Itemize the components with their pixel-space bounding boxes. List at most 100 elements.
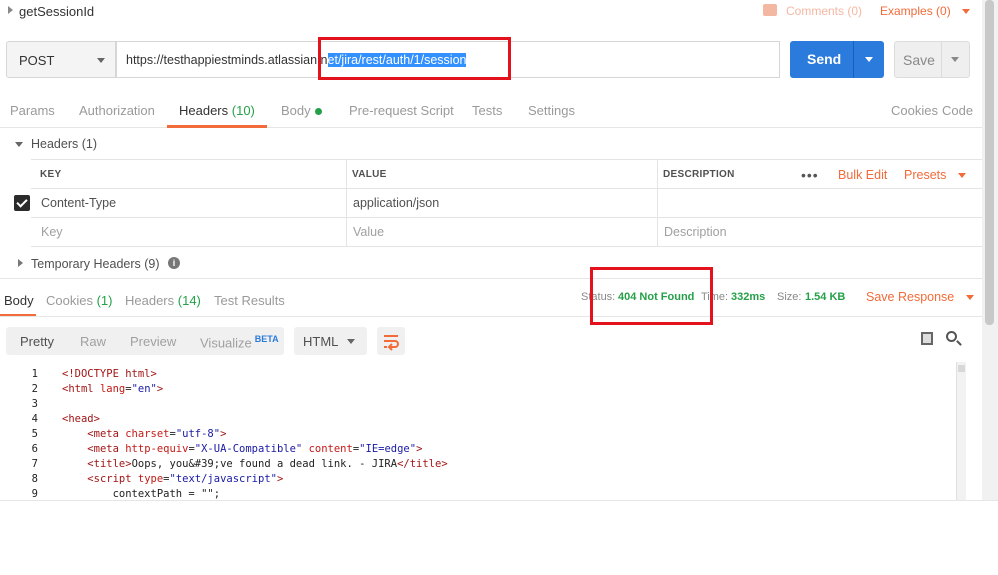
view-visualize[interactable]: Visualize BETA: [200, 334, 279, 350]
examples-label: Examples (0): [880, 4, 951, 18]
highlight-box-url: [318, 37, 511, 80]
save-label: Save: [903, 52, 935, 68]
size-label: Size:: [777, 291, 802, 303]
code-line: <meta charset="utf-8">: [87, 428, 227, 440]
response-tab-body[interactable]: Body: [4, 293, 34, 308]
chevron-down-icon: [347, 339, 355, 344]
description-placeholder[interactable]: Description: [664, 225, 727, 239]
view-raw[interactable]: Raw: [80, 334, 106, 349]
chevron-down-icon[interactable]: [865, 57, 873, 62]
view-pretty[interactable]: Pretty: [20, 334, 54, 349]
tab-pre-request-script[interactable]: Pre-request Script: [349, 103, 454, 118]
line-number: 3: [31, 398, 38, 410]
save-response-label: Save Response: [866, 290, 955, 304]
info-icon[interactable]: i: [168, 257, 180, 269]
body-indicator-dot: [314, 108, 322, 116]
code-line: <meta http-equiv="X-UA-Compatible" conte…: [87, 443, 423, 455]
format-select[interactable]: HTML: [294, 327, 367, 355]
url-plain: https://testhappiestminds.atlassian.n: [126, 53, 328, 67]
copy-icon[interactable]: [921, 332, 933, 345]
cookies-link[interactable]: Cookies: [891, 103, 938, 118]
size-value: 1.54 KB: [805, 291, 846, 303]
line-number: 7: [31, 458, 38, 470]
key-placeholder[interactable]: Key: [41, 225, 63, 239]
request-name[interactable]: getSessionId: [19, 4, 94, 19]
divider: [0, 316, 982, 317]
header-key-cell[interactable]: Content-Type: [41, 196, 116, 210]
column-header-key: KEY: [40, 169, 62, 180]
chevron-down-icon[interactable]: [15, 142, 23, 147]
chevron-down-icon[interactable]: [951, 57, 959, 62]
editor-scrollbar[interactable]: [956, 362, 966, 500]
comment-icon: [763, 4, 777, 16]
examples-dropdown[interactable]: Examples (0): [880, 4, 971, 18]
send-divider: [853, 41, 854, 78]
beta-badge: BETA: [254, 334, 279, 344]
save-button[interactable]: Save: [894, 41, 970, 78]
divider: [0, 500, 998, 501]
tab-tests[interactable]: Tests: [472, 103, 502, 118]
response-tab-headers[interactable]: Headers (14): [125, 293, 201, 308]
view-mode-toolbar: Pretty Raw Preview Visualize BETA: [6, 327, 284, 355]
code-line: <html lang="en">: [62, 383, 164, 395]
code-line: contextPath = "";: [62, 488, 221, 500]
divider: [31, 246, 982, 247]
method-select[interactable]: POST: [6, 41, 116, 78]
code-link[interactable]: Code: [942, 103, 973, 118]
value-placeholder[interactable]: Value: [353, 225, 384, 239]
line-number: 6: [31, 443, 38, 455]
presets-label: Presets: [904, 168, 947, 182]
column-header-description: DESCRIPTION: [663, 169, 735, 180]
highlight-box-status: [590, 267, 713, 325]
save-divider: [941, 42, 942, 77]
response-body-editor[interactable]: 1 <!DOCTYPE html> 2 <html lang="en"> 3 4 <head…: [0, 365, 956, 500]
line-number: 5: [31, 428, 38, 440]
code-line: <!DOCTYPE html>: [62, 368, 157, 380]
send-button[interactable]: Send: [790, 41, 884, 78]
search-icon[interactable]: [946, 331, 957, 342]
chevron-down-icon: [962, 9, 971, 15]
divider: [657, 159, 658, 247]
wrap-lines-button[interactable]: [377, 327, 405, 355]
method-label: POST: [19, 53, 55, 68]
header-value-cell[interactable]: application/json: [353, 196, 439, 210]
comments-link[interactable]: Comments (0): [786, 4, 862, 18]
header-enabled-checkbox[interactable]: [14, 195, 30, 211]
time-value: 332ms: [731, 291, 766, 303]
presets-dropdown[interactable]: Presets: [904, 168, 966, 182]
page-scrollbar-thumb[interactable]: [985, 0, 994, 325]
tab-settings[interactable]: Settings: [528, 103, 575, 118]
column-header-value: VALUE: [352, 169, 387, 180]
tab-authorization[interactable]: Authorization: [79, 103, 155, 118]
bulk-edit-link[interactable]: Bulk Edit: [838, 168, 887, 182]
line-number: 4: [31, 413, 38, 425]
request-tabs: Params Authorization Headers (10) Body P…: [0, 96, 982, 128]
response-tab-cookies[interactable]: Cookies (1): [46, 293, 112, 308]
tab-params[interactable]: Params: [10, 103, 55, 118]
line-number: 8: [31, 473, 38, 485]
collapse-caret-icon[interactable]: [8, 6, 13, 14]
view-preview[interactable]: Preview: [130, 334, 176, 349]
response-tab-test-results[interactable]: Test Results: [214, 293, 285, 308]
wrap-lines-icon: [384, 335, 399, 351]
tab-body[interactable]: Body: [281, 103, 322, 118]
active-tab-indicator: [167, 125, 267, 128]
divider: [31, 159, 982, 160]
line-number: 1: [31, 368, 38, 380]
tab-headers-count: (10): [231, 103, 255, 118]
line-number: 2: [31, 383, 38, 395]
format-label: HTML: [303, 334, 339, 349]
more-options-icon[interactable]: •••: [801, 167, 819, 183]
line-number: 9: [31, 488, 38, 500]
save-response-dropdown[interactable]: Save Response: [866, 290, 974, 304]
code-line: <head>: [62, 413, 100, 425]
tab-headers[interactable]: Headers (10): [179, 103, 255, 118]
send-label: Send: [807, 51, 842, 67]
code-line: <title>Oops, you&#39;ve found a dead lin…: [87, 458, 448, 470]
chevron-down-icon: [97, 58, 105, 63]
temporary-headers-toggle[interactable]: Temporary Headers (9): [31, 257, 160, 271]
divider: [346, 159, 347, 247]
headers-section-title[interactable]: Headers (1): [31, 137, 97, 151]
chevron-right-icon[interactable]: [18, 259, 23, 267]
editor-scrollbar-thumb[interactable]: [958, 365, 965, 372]
